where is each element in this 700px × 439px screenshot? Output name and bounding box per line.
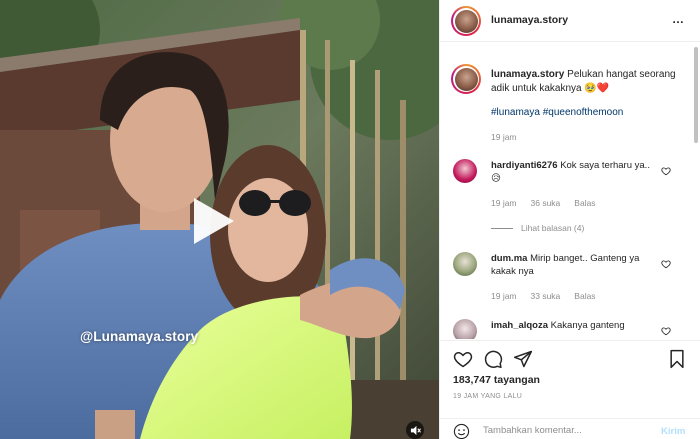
- caption-username[interactable]: lunamaya.story: [491, 69, 564, 80]
- comment-username[interactable]: imah_alqoza: [491, 320, 548, 331]
- view-count[interactable]: 183,747 tayangan: [453, 374, 540, 386]
- play-button[interactable]: [186, 195, 238, 247]
- caption-time: 19 jam: [491, 132, 517, 142]
- mute-button[interactable]: [406, 421, 424, 439]
- muted-speaker-icon: [410, 425, 421, 435]
- comment-meta: 19 jam 36 suka Balas: [491, 198, 596, 208]
- comment-username[interactable]: hardiyanti6276: [491, 160, 558, 171]
- post-side-panel: lunamaya.story … lunamaya.story Pelukan …: [439, 0, 700, 439]
- comment-like-icon[interactable]: [661, 259, 671, 269]
- comment-icon[interactable]: [483, 349, 503, 369]
- comment-avatar[interactable]: [453, 252, 477, 276]
- post-time-ago: 19 JAM YANG LALU: [453, 393, 523, 400]
- scrollbar-thumb[interactable]: [694, 47, 698, 143]
- post-video[interactable]: @Lunamaya.story: [0, 0, 439, 439]
- smiley-icon[interactable]: [453, 423, 470, 439]
- caption-hashtags[interactable]: #lunamaya #queenofthemoon: [491, 107, 623, 118]
- author-avatar[interactable]: [451, 6, 481, 36]
- comment-text: dum.ma Mirip banget.. Ganteng ya kakak n…: [491, 253, 640, 277]
- bookmark-icon[interactable]: [667, 349, 687, 369]
- caption-avatar[interactable]: [451, 64, 481, 94]
- more-options-button[interactable]: …: [672, 12, 685, 26]
- comment-username[interactable]: dum.ma: [491, 253, 527, 264]
- author-username[interactable]: lunamaya.story: [491, 14, 568, 26]
- heart-icon[interactable]: [453, 349, 473, 369]
- comments-list[interactable]: lunamaya.story Pelukan hangat seorang ad…: [440, 43, 693, 339]
- paper-plane-icon[interactable]: [513, 349, 533, 369]
- view-replies-button[interactable]: Lihat balasan (4): [491, 223, 584, 233]
- comment-meta: 19 jam 33 suka Balas: [491, 291, 596, 301]
- comment-avatar[interactable]: [453, 319, 477, 339]
- comment-like-icon[interactable]: [661, 166, 671, 176]
- comment-text: hardiyanti6276 Kok saya terharu ya..😥: [491, 160, 650, 184]
- video-watermark: @Lunamaya.story: [80, 329, 199, 344]
- add-comment-bar: Kirim: [440, 418, 700, 439]
- comment-text: imah_alqoza Kakanya ganteng: [491, 320, 625, 331]
- comment-like-icon[interactable]: [661, 326, 671, 336]
- send-comment-button[interactable]: Kirim: [661, 426, 685, 437]
- post-actions: [440, 340, 700, 370]
- comment-input[interactable]: [483, 421, 643, 439]
- comment-avatar[interactable]: [453, 159, 477, 183]
- comments-scrollbar[interactable]: [693, 43, 699, 339]
- caption: lunamaya.story Pelukan hangat seorang ad…: [491, 68, 681, 96]
- play-icon: [194, 198, 234, 244]
- post-header: lunamaya.story …: [440, 0, 700, 42]
